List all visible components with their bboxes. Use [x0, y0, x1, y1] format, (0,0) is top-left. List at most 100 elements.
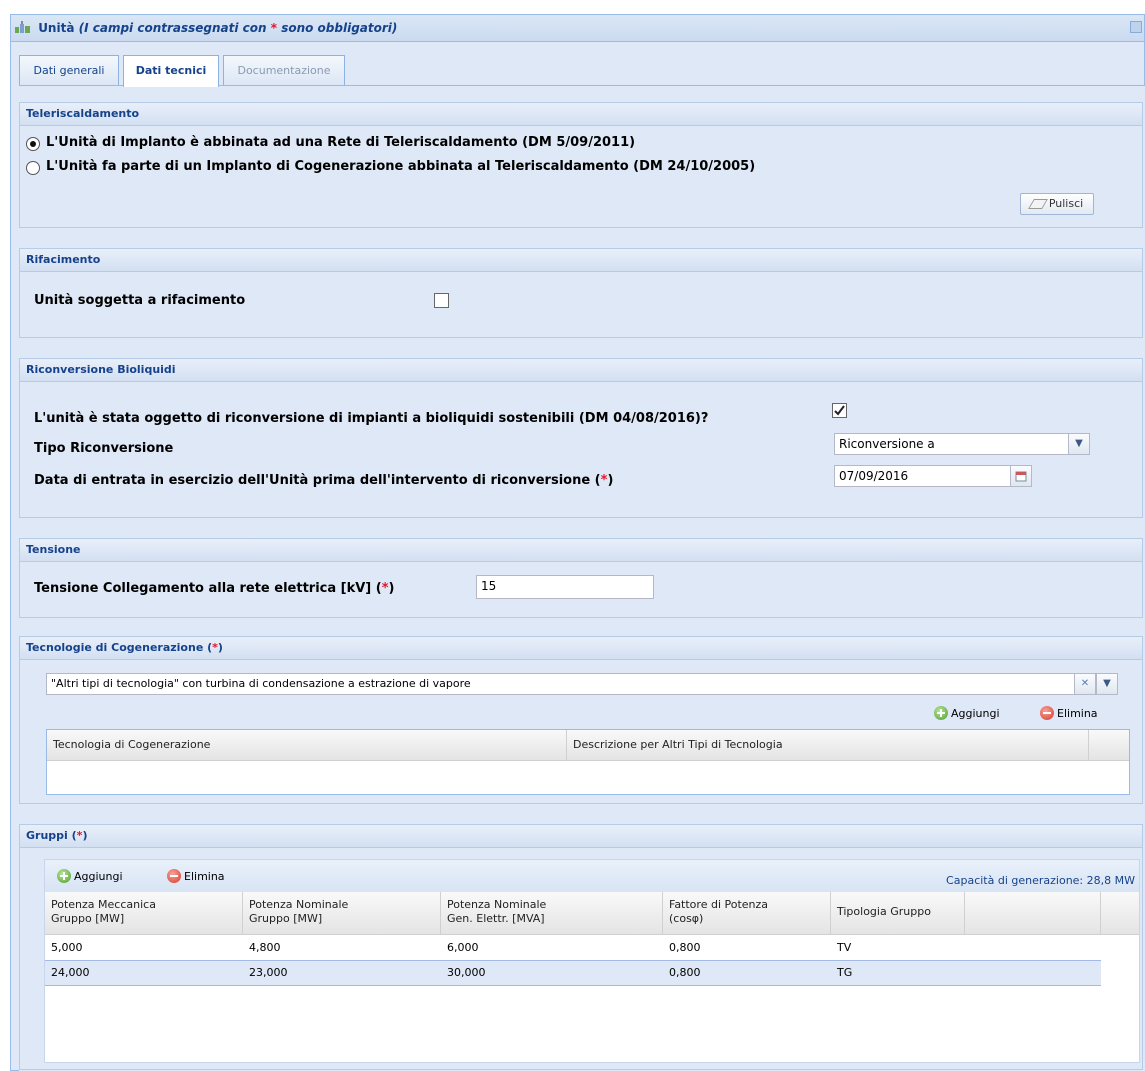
chevron-down-icon[interactable]: ▼: [1096, 673, 1118, 695]
legend-gruppi: Gruppi (*): [20, 825, 1142, 848]
collapse-button[interactable]: [1130, 21, 1142, 33]
gruppi-toolbar: Aggiungi Elimina Capacità di generazione…: [45, 860, 1139, 893]
riconversione-checkbox[interactable]: [832, 403, 847, 418]
column-header[interactable]: Potenza Meccanica Gruppo [MW]: [45, 892, 243, 934]
table-row[interactable]: 24,000 23,000 30,000 0,800 TG: [45, 960, 1101, 986]
table-cell: 23,000: [249, 966, 288, 979]
header-line: Gruppo [MW]: [51, 912, 125, 925]
header-line: Gen. Elettr. [MVA]: [447, 912, 545, 925]
gruppi-grid: Aggiungi Elimina Capacità di generazione…: [44, 859, 1140, 1063]
column-header[interactable]: Tipologia Gruppo: [831, 892, 965, 934]
legend-tecnologie-text: Tecnologie di Cogenerazione (: [26, 641, 213, 654]
column-header[interactable]: Tecnologia di Cogenerazione: [47, 730, 567, 760]
data-entrata-input[interactable]: 07/09/2016: [834, 465, 1032, 487]
header-line: Gruppo [MW]: [249, 912, 323, 925]
legend-rifacimento: Rifacimento: [20, 249, 1142, 272]
fieldset-teleriscaldamento: Teleriscaldamento L'Unità di Implanto è …: [19, 102, 1143, 228]
window-title-note: (I campi contrassegnati con * sono obbli…: [79, 21, 398, 35]
radio-label-cogenerazione: L'Unità fa parte di un Implanto di Cogen…: [46, 159, 756, 174]
tensione-label-close: ): [388, 581, 395, 596]
table-cell: 6,000: [447, 941, 479, 954]
tecnologia-combo[interactable]: "Altri tipi di tecnologia" con turbina d…: [46, 673, 1118, 695]
table-row[interactable]: 5,000 4,800 6,000 0,800 TV: [45, 936, 1101, 960]
fieldset-tecnologie: Tecnologie di Cogenerazione (*) "Altri t…: [19, 636, 1143, 804]
fieldset-gruppi: Gruppi (*) Aggiungi Elimina Capacità di …: [19, 824, 1143, 1070]
tecnologia-add-button[interactable]: Aggiungi: [934, 705, 1000, 723]
tensione-label: Tensione Collegamento alla rete elettric…: [34, 581, 394, 596]
checkmark-icon: [834, 405, 845, 416]
rifacimento-label: Unità soggetta a rifacimento: [34, 293, 246, 308]
header-line: Potenza Nominale: [249, 898, 349, 911]
gruppi-delete-button[interactable]: Elimina: [167, 868, 225, 886]
header-line: Potenza Meccanica: [51, 898, 156, 911]
data-entrata-label: Data di entrata in esercizio dell'Unità …: [34, 473, 613, 488]
fieldset-riconversione: Riconversione Bioliquidi L'unità è stata…: [19, 358, 1143, 518]
table-cell: 24,000: [51, 966, 90, 979]
radio-option-cogenerazione[interactable]: [26, 161, 40, 175]
tipo-riconversione-label: Tipo Riconversione: [34, 441, 174, 456]
tensione-label-text: Tensione Collegamento alla rete elettric…: [34, 581, 382, 596]
eraser-icon: [1027, 199, 1048, 209]
unit-window: Unità (I campi contrassegnati con * sono…: [10, 14, 1145, 1071]
data-entrata-value: 07/09/2016: [839, 469, 909, 483]
unit-plant-icon: [15, 16, 31, 42]
column-header[interactable]: Descrizione per Altri Tipi di Tecnologia: [567, 730, 1089, 760]
capacity-label: Capacità di generazione: 28,8 MW: [946, 874, 1135, 887]
calendar-icon[interactable]: [1010, 465, 1032, 487]
data-entrata-close: ): [607, 473, 614, 488]
legend-gruppi-text: Gruppi (: [26, 829, 77, 842]
legend-riconversione: Riconversione Bioliquidi: [20, 359, 1142, 382]
radio-label-rete: L'Unità di Implanto è abbinata ad una Re…: [46, 135, 636, 150]
fieldset-rifacimento: Rifacimento Unità soggetta a rifacimento: [19, 248, 1143, 338]
tab-documentazione[interactable]: Documentazione: [223, 55, 345, 85]
legend-gruppi-close: ): [82, 829, 88, 842]
add-icon: [934, 706, 948, 720]
add-label: Aggiungi: [951, 707, 1000, 720]
header-line: Fattore di Potenza: [669, 898, 769, 911]
legend-tensione: Tensione: [20, 539, 1142, 562]
title-note-text-end: sono obbligatori): [277, 21, 398, 35]
header-line: Potenza Nominale: [447, 898, 547, 911]
legend-tecnologie-close: ): [217, 641, 223, 654]
tipo-riconversione-value: Riconversione a: [839, 437, 935, 451]
tipo-riconversione-select[interactable]: Riconversione a ▼: [834, 433, 1090, 455]
table-cell: 0,800: [669, 941, 701, 954]
gruppi-add-button[interactable]: Aggiungi: [57, 868, 123, 886]
column-header[interactable]: Fattore di Potenza (cosφ): [663, 892, 831, 934]
delete-label: Elimina: [1057, 707, 1098, 720]
required-star: *: [381, 581, 389, 596]
tecnologie-grid: Tecnologia di Cogenerazione Descrizione …: [46, 729, 1130, 795]
header-line: (cosφ): [669, 912, 704, 925]
title-note-text: (I campi contrassegnati con: [78, 21, 271, 35]
radio-option-rete[interactable]: [26, 137, 40, 151]
tensione-input[interactable]: 15: [476, 575, 654, 599]
table-cell: 0,800: [669, 966, 701, 979]
delete-label: Elimina: [184, 870, 225, 883]
table-cell: TG: [837, 966, 853, 979]
window-title: Unità: [38, 21, 75, 35]
fieldset-tensione: Tensione Tensione Collegamento alla rete…: [19, 538, 1143, 618]
column-header[interactable]: Potenza Nominale Gruppo [MW]: [243, 892, 441, 934]
delete-icon: [1040, 706, 1054, 720]
table-cell: 4,800: [249, 941, 281, 954]
clear-button[interactable]: Pulisci: [1020, 193, 1094, 215]
tecnologie-grid-header: Tecnologia di Cogenerazione Descrizione …: [47, 730, 1129, 761]
delete-icon: [167, 869, 181, 883]
column-header[interactable]: Potenza Nominale Gen. Elettr. [MVA]: [441, 892, 663, 934]
gruppi-grid-header: Potenza Meccanica Gruppo [MW] Potenza Nom…: [45, 892, 1139, 935]
riconversione-question: L'unità è stata oggetto di riconversione…: [34, 411, 709, 426]
column-header-filler: [965, 892, 1101, 934]
rifacimento-checkbox[interactable]: [434, 293, 449, 308]
table-cell: 5,000: [51, 941, 83, 954]
clear-x-icon[interactable]: ✕: [1074, 673, 1096, 695]
table-cell: TV: [837, 941, 852, 954]
add-label: Aggiungi: [74, 870, 123, 883]
chevron-down-icon[interactable]: ▼: [1068, 433, 1090, 455]
window-titlebar: Unità (I campi contrassegnati con * sono…: [11, 15, 1144, 42]
tab-content: Teleriscaldamento L'Unità di Implanto è …: [19, 85, 1145, 1071]
tab-dati-tecnici[interactable]: Dati tecnici: [123, 55, 219, 87]
clear-button-label: Pulisci: [1048, 197, 1084, 210]
tecnologia-combo-value: "Altri tipi di tecnologia" con turbina d…: [51, 677, 471, 690]
tab-dati-generali[interactable]: Dati generali: [19, 55, 119, 85]
tecnologia-delete-button[interactable]: Elimina: [1040, 705, 1098, 723]
